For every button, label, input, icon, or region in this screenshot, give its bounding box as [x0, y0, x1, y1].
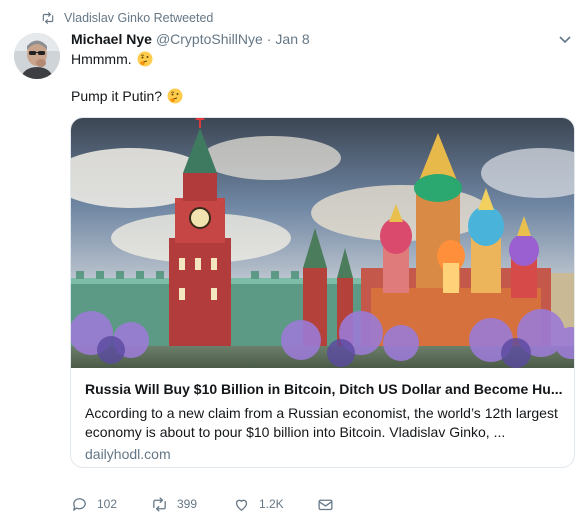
reply-button[interactable]: 102 — [71, 496, 151, 513]
retweet-button[interactable]: 399 — [151, 496, 233, 513]
separator-dot: · — [266, 31, 272, 47]
envelope-icon — [318, 499, 333, 510]
reply-icon — [73, 497, 86, 511]
retweet-banner: Vladislav Ginko Retweeted — [41, 9, 213, 27]
link-card[interactable]: Russia Will Buy $10 Billion in Bitcoin, … — [70, 117, 575, 468]
tweet-actions: 102 399 1.2K — [71, 494, 343, 514]
card-image[interactable] — [71, 118, 574, 368]
retweet-count: 399 — [177, 497, 198, 511]
card-description: According to a new claim from a Russian … — [85, 405, 558, 440]
tweet-text-line-1: Hmmmm. — [71, 51, 153, 67]
thinking-face-emoji-icon — [167, 88, 183, 104]
tweet-header: Michael Nye @CryptoShillNye · Jan 8 — [71, 29, 310, 49]
reply-count: 102 — [97, 497, 118, 511]
heart-icon — [235, 499, 248, 511]
like-button[interactable]: 1.2K — [233, 496, 317, 513]
avatar-image — [14, 33, 60, 79]
retweet-banner-text[interactable]: Vladislav Ginko Retweeted — [64, 11, 213, 25]
avatar[interactable] — [14, 33, 60, 79]
retweet-icon — [42, 12, 54, 24]
thinking-face-emoji-icon — [137, 51, 153, 67]
direct-message-button[interactable] — [317, 496, 343, 513]
author-name[interactable]: Michael Nye — [71, 31, 152, 47]
tweet-text-1: Hmmmm. — [71, 51, 132, 67]
chevron-down-icon[interactable] — [558, 34, 572, 46]
author-handle[interactable]: @CryptoShillNye — [156, 31, 263, 47]
retweet-icon — [153, 496, 166, 512]
like-count: 1.2K — [259, 497, 284, 511]
tweet-text-line-2: Pump it Putin? — [71, 88, 183, 104]
tweet-date[interactable]: Jan 8 — [275, 31, 309, 47]
card-domain: dailyhodl.com — [85, 446, 171, 462]
card-title[interactable]: Russia Will Buy $10 Billion in Bitcoin, … — [85, 381, 563, 397]
tweet-text-2: Pump it Putin? — [71, 88, 163, 104]
